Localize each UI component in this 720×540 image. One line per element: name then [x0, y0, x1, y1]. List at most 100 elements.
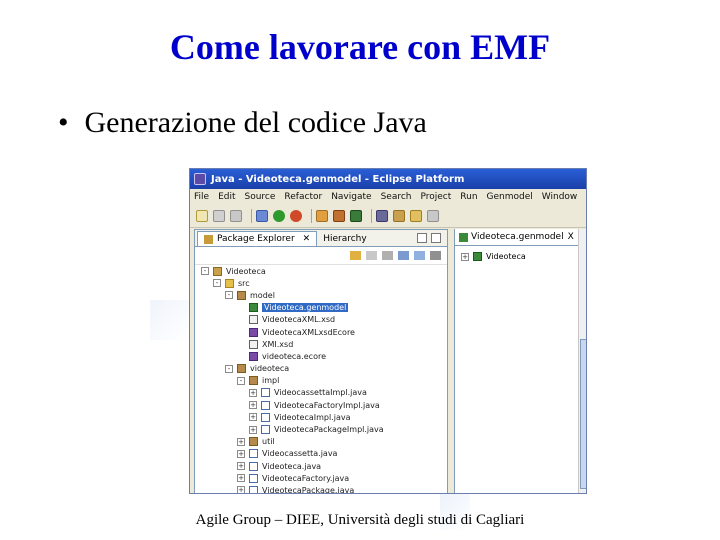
genmodel-file-icon	[249, 303, 258, 313]
menu-item-genmodel[interactable]: Genmodel	[487, 192, 533, 202]
toolbar-separator	[371, 208, 372, 223]
save-icon[interactable]	[213, 209, 225, 222]
link-editor-icon[interactable]	[414, 251, 425, 260]
open-type-icon[interactable]	[316, 209, 328, 222]
tree-item[interactable]: + VideotecaImpl.java	[195, 411, 447, 423]
collapse-all-icon[interactable]	[398, 251, 409, 260]
tree-item[interactable]: + util	[195, 436, 447, 448]
collapse-icon[interactable]: -	[237, 376, 245, 385]
tree-item-label: XMI.xsd	[262, 339, 294, 349]
expand-icon[interactable]: +	[237, 437, 245, 446]
scroll-thumb[interactable]	[580, 339, 586, 489]
package-icon	[249, 437, 258, 447]
editor-tab[interactable]: Videoteca.genmodel X	[455, 229, 586, 246]
package-tree: - Videoteca - src - model Videoteca.genmodel Vi…	[195, 265, 447, 493]
tree-item-label: Videoteca.java	[262, 461, 322, 471]
expand-icon[interactable]: +	[237, 462, 245, 471]
tab-package-explorer[interactable]: Package Explorer ✕	[197, 231, 318, 246]
forward-arrow-icon[interactable]	[366, 251, 377, 260]
tree-item-label: VideotecaXML.xsd	[262, 315, 336, 325]
tree-item[interactable]: XMI.xsd	[195, 338, 447, 350]
tree-item[interactable]: VideotecaXMLxsdEcore	[195, 326, 447, 338]
open-resource-icon[interactable]	[333, 209, 345, 222]
menu-item-edit[interactable]: Edit	[218, 192, 235, 202]
annotation-icon[interactable]	[393, 209, 405, 222]
tree-item-label: src	[238, 278, 250, 288]
menu-item-search[interactable]: Search	[381, 192, 412, 202]
collapse-icon[interactable]: -	[225, 291, 233, 300]
expand-icon[interactable]: +	[249, 388, 257, 397]
tree-item[interactable]: - src	[195, 277, 447, 289]
menu-item-help[interactable]: Help	[586, 192, 587, 202]
forward-icon[interactable]	[427, 209, 439, 222]
back-arrow-icon[interactable]	[350, 251, 361, 260]
up-icon[interactable]	[382, 251, 393, 260]
genmodel-icon	[473, 252, 482, 261]
tree-item[interactable]: + VideocassettaImpl.java	[195, 387, 447, 399]
close-icon[interactable]: X	[568, 232, 574, 242]
package-explorer-icon	[204, 234, 213, 244]
menu-item-project[interactable]: Project	[420, 192, 451, 202]
tree-item[interactable]: + VideotecaPackage.java	[195, 484, 447, 493]
expand-icon[interactable]: +	[237, 449, 245, 458]
editor-tree-row[interactable]: + Videoteca	[455, 246, 586, 261]
tree-item-label: VideocassettaImpl.java	[274, 388, 367, 398]
tree-item-label: videoteca.ecore	[262, 351, 327, 361]
external-tools-icon[interactable]	[290, 209, 302, 222]
tree-item[interactable]: - Videoteca	[195, 265, 447, 277]
java-file-icon	[261, 412, 270, 422]
tab-hierarchy[interactable]: Hierarchy	[317, 231, 373, 246]
tree-item[interactable]: - model	[195, 289, 447, 301]
java-file-icon	[249, 485, 258, 493]
expand-icon[interactable]: +	[237, 474, 245, 483]
editor-tab-label: Videoteca.genmodel	[471, 232, 564, 242]
debug-icon[interactable]	[256, 209, 268, 222]
search-icon[interactable]	[376, 209, 388, 222]
menu-item-source[interactable]: Source	[245, 192, 276, 202]
tree-item[interactable]: + Videoteca.java	[195, 460, 447, 472]
collapse-icon[interactable]: -	[201, 267, 209, 276]
window-titlebar: Java - Videoteca.genmodel - Eclipse Plat…	[190, 169, 586, 189]
tree-item[interactable]: - impl	[195, 375, 447, 387]
tree-item[interactable]: + VideotecaFactoryImpl.java	[195, 399, 447, 411]
tree-item-label: model	[250, 290, 275, 300]
expand-icon[interactable]: +	[461, 252, 469, 261]
tree-item-label: Videoteca.genmodel	[262, 303, 349, 313]
menu-item-navigate[interactable]: Navigate	[331, 192, 371, 202]
tree-item[interactable]: + VideotecaPackageImpl.java	[195, 423, 447, 435]
tree-item[interactable]: videoteca.ecore	[195, 350, 447, 362]
tree-item[interactable]: - videoteca	[195, 363, 447, 375]
bullet-icon: •	[58, 106, 69, 139]
run-icon[interactable]	[273, 209, 285, 222]
scrollbar[interactable]	[578, 229, 586, 493]
expand-icon[interactable]: +	[249, 425, 257, 434]
bullet-text: Generazione del codice Java	[84, 106, 427, 139]
xsd-file-icon	[249, 315, 258, 325]
expand-icon[interactable]: +	[237, 486, 245, 493]
menu-item-refactor[interactable]: Refactor	[284, 192, 322, 202]
genmodel-icon[interactable]	[350, 209, 362, 222]
eclipse-window: Java - Videoteca.genmodel - Eclipse Plat…	[189, 168, 587, 494]
maximize-icon[interactable]	[431, 233, 441, 243]
tree-item-label: VideotecaPackageImpl.java	[274, 425, 384, 435]
toolbar-separator	[311, 208, 312, 223]
new-icon[interactable]	[196, 209, 208, 222]
menu-item-run[interactable]: Run	[460, 192, 477, 202]
view-menu-icon[interactable]	[430, 251, 441, 260]
slide-title: Come lavorare con EMF	[169, 27, 551, 67]
back-icon[interactable]	[410, 209, 422, 222]
collapse-icon[interactable]: -	[225, 364, 233, 373]
close-icon[interactable]: ✕	[303, 234, 311, 244]
minimize-icon[interactable]	[417, 233, 427, 243]
tree-item[interactable]: + VideotecaFactory.java	[195, 472, 447, 484]
print-icon[interactable]	[230, 209, 242, 222]
tree-item[interactable]: + Videocassetta.java	[195, 448, 447, 460]
expand-icon[interactable]: +	[249, 413, 257, 422]
bullet-item: • Generazione del codice Java	[58, 106, 427, 140]
tree-item[interactable]: Videoteca.genmodel	[195, 302, 447, 314]
expand-icon[interactable]: +	[249, 401, 257, 410]
menu-item-window[interactable]: Window	[542, 192, 578, 202]
collapse-icon[interactable]: -	[213, 279, 221, 288]
tree-item[interactable]: VideotecaXML.xsd	[195, 314, 447, 326]
menu-item-file[interactable]: File	[194, 192, 209, 202]
